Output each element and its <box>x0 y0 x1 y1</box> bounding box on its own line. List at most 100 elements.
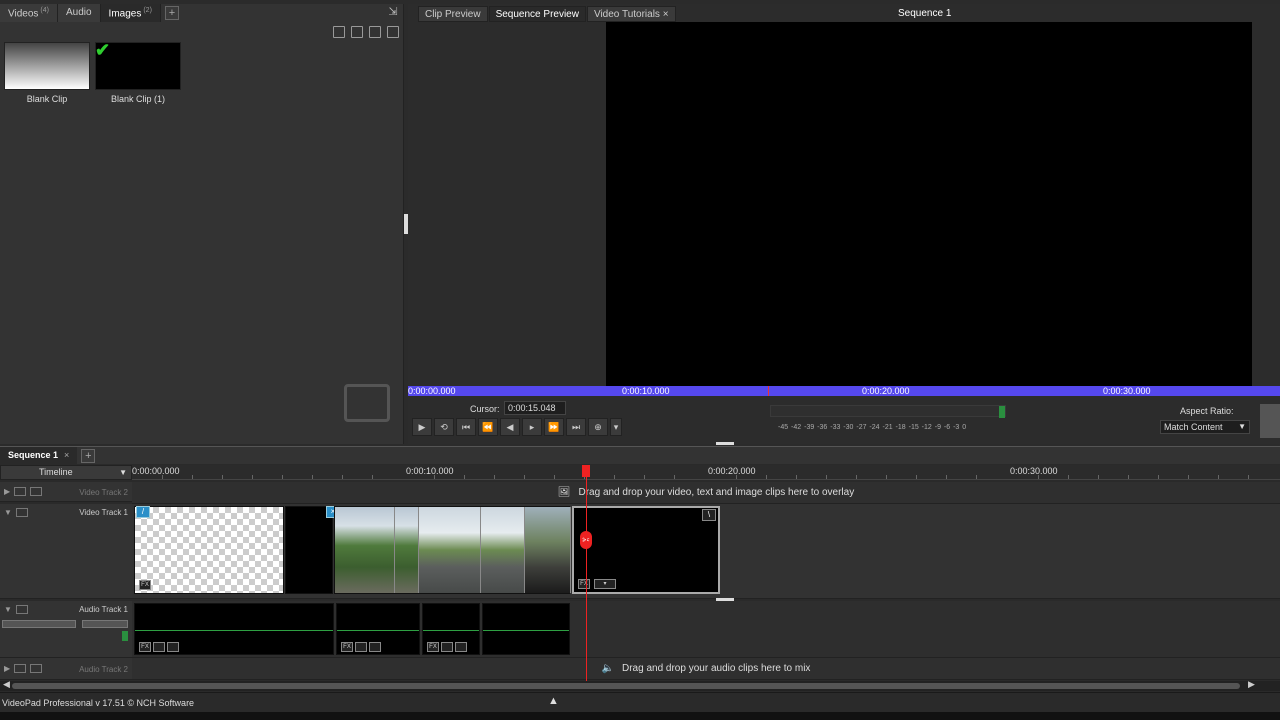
waveform <box>135 630 333 631</box>
collapse-arrow-icon[interactable]: ▼ <box>4 508 12 517</box>
cursor-time-field[interactable]: 0:00:15.048 <box>504 401 566 415</box>
go-to-end-icon[interactable]: ⏭ <box>566 418 586 436</box>
collapse-arrow-icon[interactable]: ▼ <box>4 605 12 614</box>
add-bin-button[interactable]: + <box>164 6 179 20</box>
transition-icon[interactable]: \ <box>702 509 716 521</box>
pan-slider[interactable] <box>82 620 128 628</box>
track-lane-audio-2[interactable]: 🔈 Drag and drop your audio clips here to … <box>132 658 1280 680</box>
clip-frame <box>419 507 481 593</box>
preview-playhead[interactable] <box>768 386 769 396</box>
save-icon[interactable] <box>333 26 345 38</box>
speaker-icon[interactable] <box>15 605 28 614</box>
audio-clip-icons: FX <box>341 642 381 652</box>
volume-icon[interactable] <box>153 642 165 652</box>
delete-icon[interactable] <box>351 26 363 38</box>
link-icon[interactable] <box>455 642 467 652</box>
list-view-icon[interactable] <box>387 26 399 38</box>
tab-clip-preview[interactable]: Clip Preview <box>418 6 488 22</box>
visibility-icon[interactable] <box>14 487 27 496</box>
speaker-icon[interactable] <box>14 664 27 673</box>
tab-sequence-1[interactable]: Sequence 1 × <box>0 447 78 464</box>
timeline-mode-select[interactable]: Timeline ▼ <box>0 465 132 480</box>
step-forward-icon[interactable]: ▸ <box>522 418 542 436</box>
close-icon[interactable]: × <box>64 450 69 460</box>
loop-icon[interactable]: ⟲ <box>434 418 454 436</box>
scroll-right-icon[interactable]: ▶ <box>1248 679 1255 690</box>
undock-icon[interactable]: ⇲ <box>387 6 399 18</box>
close-icon[interactable]: × <box>663 9 669 20</box>
horizontal-splitter-handle[interactable] <box>716 442 734 445</box>
step-back-icon[interactable]: ◀ <box>500 418 520 436</box>
next-clip-icon[interactable]: ⏩ <box>544 418 564 436</box>
chevron-down-icon[interactable]: ▾ <box>610 418 622 436</box>
playback-controls: ▶ ⟲ ⏮ ⏪ ◀ ▸ ⏩ ⏭ ⊕ ▾ <box>412 418 622 436</box>
tab-sequence-preview[interactable]: Sequence Preview <box>488 6 586 22</box>
scrollbar-thumb[interactable] <box>12 683 1240 689</box>
audio-clip[interactable]: FX <box>422 603 480 655</box>
folder-icon[interactable] <box>369 26 381 38</box>
clip-thumbnail <box>4 42 90 90</box>
mix-hint-text: Drag and drop your audio clips here to m… <box>622 663 811 674</box>
track-lane-video-1[interactable]: FX / × FX ▾ \ <box>132 504 1280 599</box>
video-clip-footage[interactable] <box>334 506 571 594</box>
track-header-video-1: ▼ Video Track 1 <box>0 504 132 599</box>
add-sequence-button[interactable]: + <box>81 449 96 463</box>
ruler-tick-label: 0:00:10.000 <box>406 466 454 476</box>
preview-timeline-ruler[interactable]: 0:00:00.000 0:00:10.000 0:00:20.000 0:00… <box>408 386 1280 396</box>
fx-icon[interactable]: FX <box>427 642 439 652</box>
ruler-tick-label: 0:00:20.000 <box>862 386 910 396</box>
fx-icon[interactable]: FX <box>139 642 151 652</box>
video-clip-blank[interactable]: FX <box>134 506 284 594</box>
visibility-icon[interactable] <box>15 508 28 517</box>
lock-icon[interactable] <box>30 487 43 496</box>
link-icon[interactable] <box>369 642 381 652</box>
expand-up-icon[interactable]: ▲ <box>548 695 559 707</box>
taskbar-strip <box>0 712 1280 720</box>
fx-icon[interactable]: FX <box>578 579 590 589</box>
fx-icon[interactable]: FX <box>341 642 353 652</box>
fx-icon[interactable]: FX <box>139 580 151 590</box>
aspect-ratio-label: Aspect Ratio: <box>1180 406 1234 416</box>
track-label: Audio Track 1 <box>79 605 128 614</box>
go-to-start-icon[interactable]: ⏮ <box>456 418 476 436</box>
lock-icon[interactable] <box>30 664 43 673</box>
tab-videos[interactable]: Videos (4) <box>0 4 58 22</box>
video-clip-blank-black[interactable] <box>285 506 333 594</box>
timeline-ruler[interactable]: 0:00:00.000 0:00:10.000 0:00:20.000 0:00… <box>132 465 1280 480</box>
audio-options-icon[interactable]: ▾ <box>594 579 616 589</box>
split-icon[interactable]: ⊕ <box>588 418 608 436</box>
previous-clip-icon[interactable]: ⏪ <box>478 418 498 436</box>
snapshot-button[interactable] <box>1260 404 1280 438</box>
audio-clip[interactable]: FX <box>336 603 420 655</box>
preview-screen <box>606 22 1252 386</box>
scroll-left-icon[interactable]: ◀ <box>3 679 10 690</box>
volume-icon[interactable] <box>441 642 453 652</box>
timeline-playhead-handle[interactable] <box>582 465 590 477</box>
audio-clip-icons: FX <box>139 642 179 652</box>
volume-slider[interactable] <box>2 620 76 628</box>
play-icon[interactable]: ▶ <box>412 418 432 436</box>
checkmark-icon: ✔ <box>95 40 111 60</box>
audio-clip[interactable]: FX <box>134 603 334 655</box>
ruler-tick-label: 0:00:20.000 <box>708 466 756 476</box>
tab-images[interactable]: Images (2) <box>100 4 161 22</box>
volume-icon[interactable] <box>355 642 367 652</box>
tab-video-tutorials-label: Video Tutorials <box>593 9 660 20</box>
bin-clip-blank[interactable]: Blank Clip <box>4 42 90 104</box>
timeline-horizontal-scrollbar[interactable]: ◀ ▶ <box>0 679 1280 691</box>
preview-tab-bar: Clip Preview Sequence Preview Video Tuto… <box>418 6 677 22</box>
tab-video-tutorials[interactable]: Video Tutorials × <box>586 6 676 22</box>
video-clip-selected[interactable]: FX ▾ \ <box>572 506 720 594</box>
expand-arrow-icon[interactable]: ▶ <box>4 664 10 673</box>
track-lane-audio-1[interactable]: FX FX FX <box>132 601 1280 658</box>
tab-audio[interactable]: Audio <box>57 4 101 22</box>
expand-arrow-icon[interactable]: ▶ <box>4 487 10 496</box>
aspect-ratio-select[interactable]: Match Content ▼ <box>1160 420 1250 434</box>
cursor-label: Cursor: <box>470 404 500 414</box>
bin-clip-blank-1[interactable]: ✔ Blank Clip (1) <box>95 40 181 104</box>
transition-icon[interactable]: / <box>136 506 150 518</box>
audio-clip[interactable] <box>482 603 570 655</box>
bin-toolbar <box>333 26 399 38</box>
track-lane-video-2[interactable]: 🖼 Drag and drop your video, text and imag… <box>132 482 1280 504</box>
link-icon[interactable] <box>167 642 179 652</box>
